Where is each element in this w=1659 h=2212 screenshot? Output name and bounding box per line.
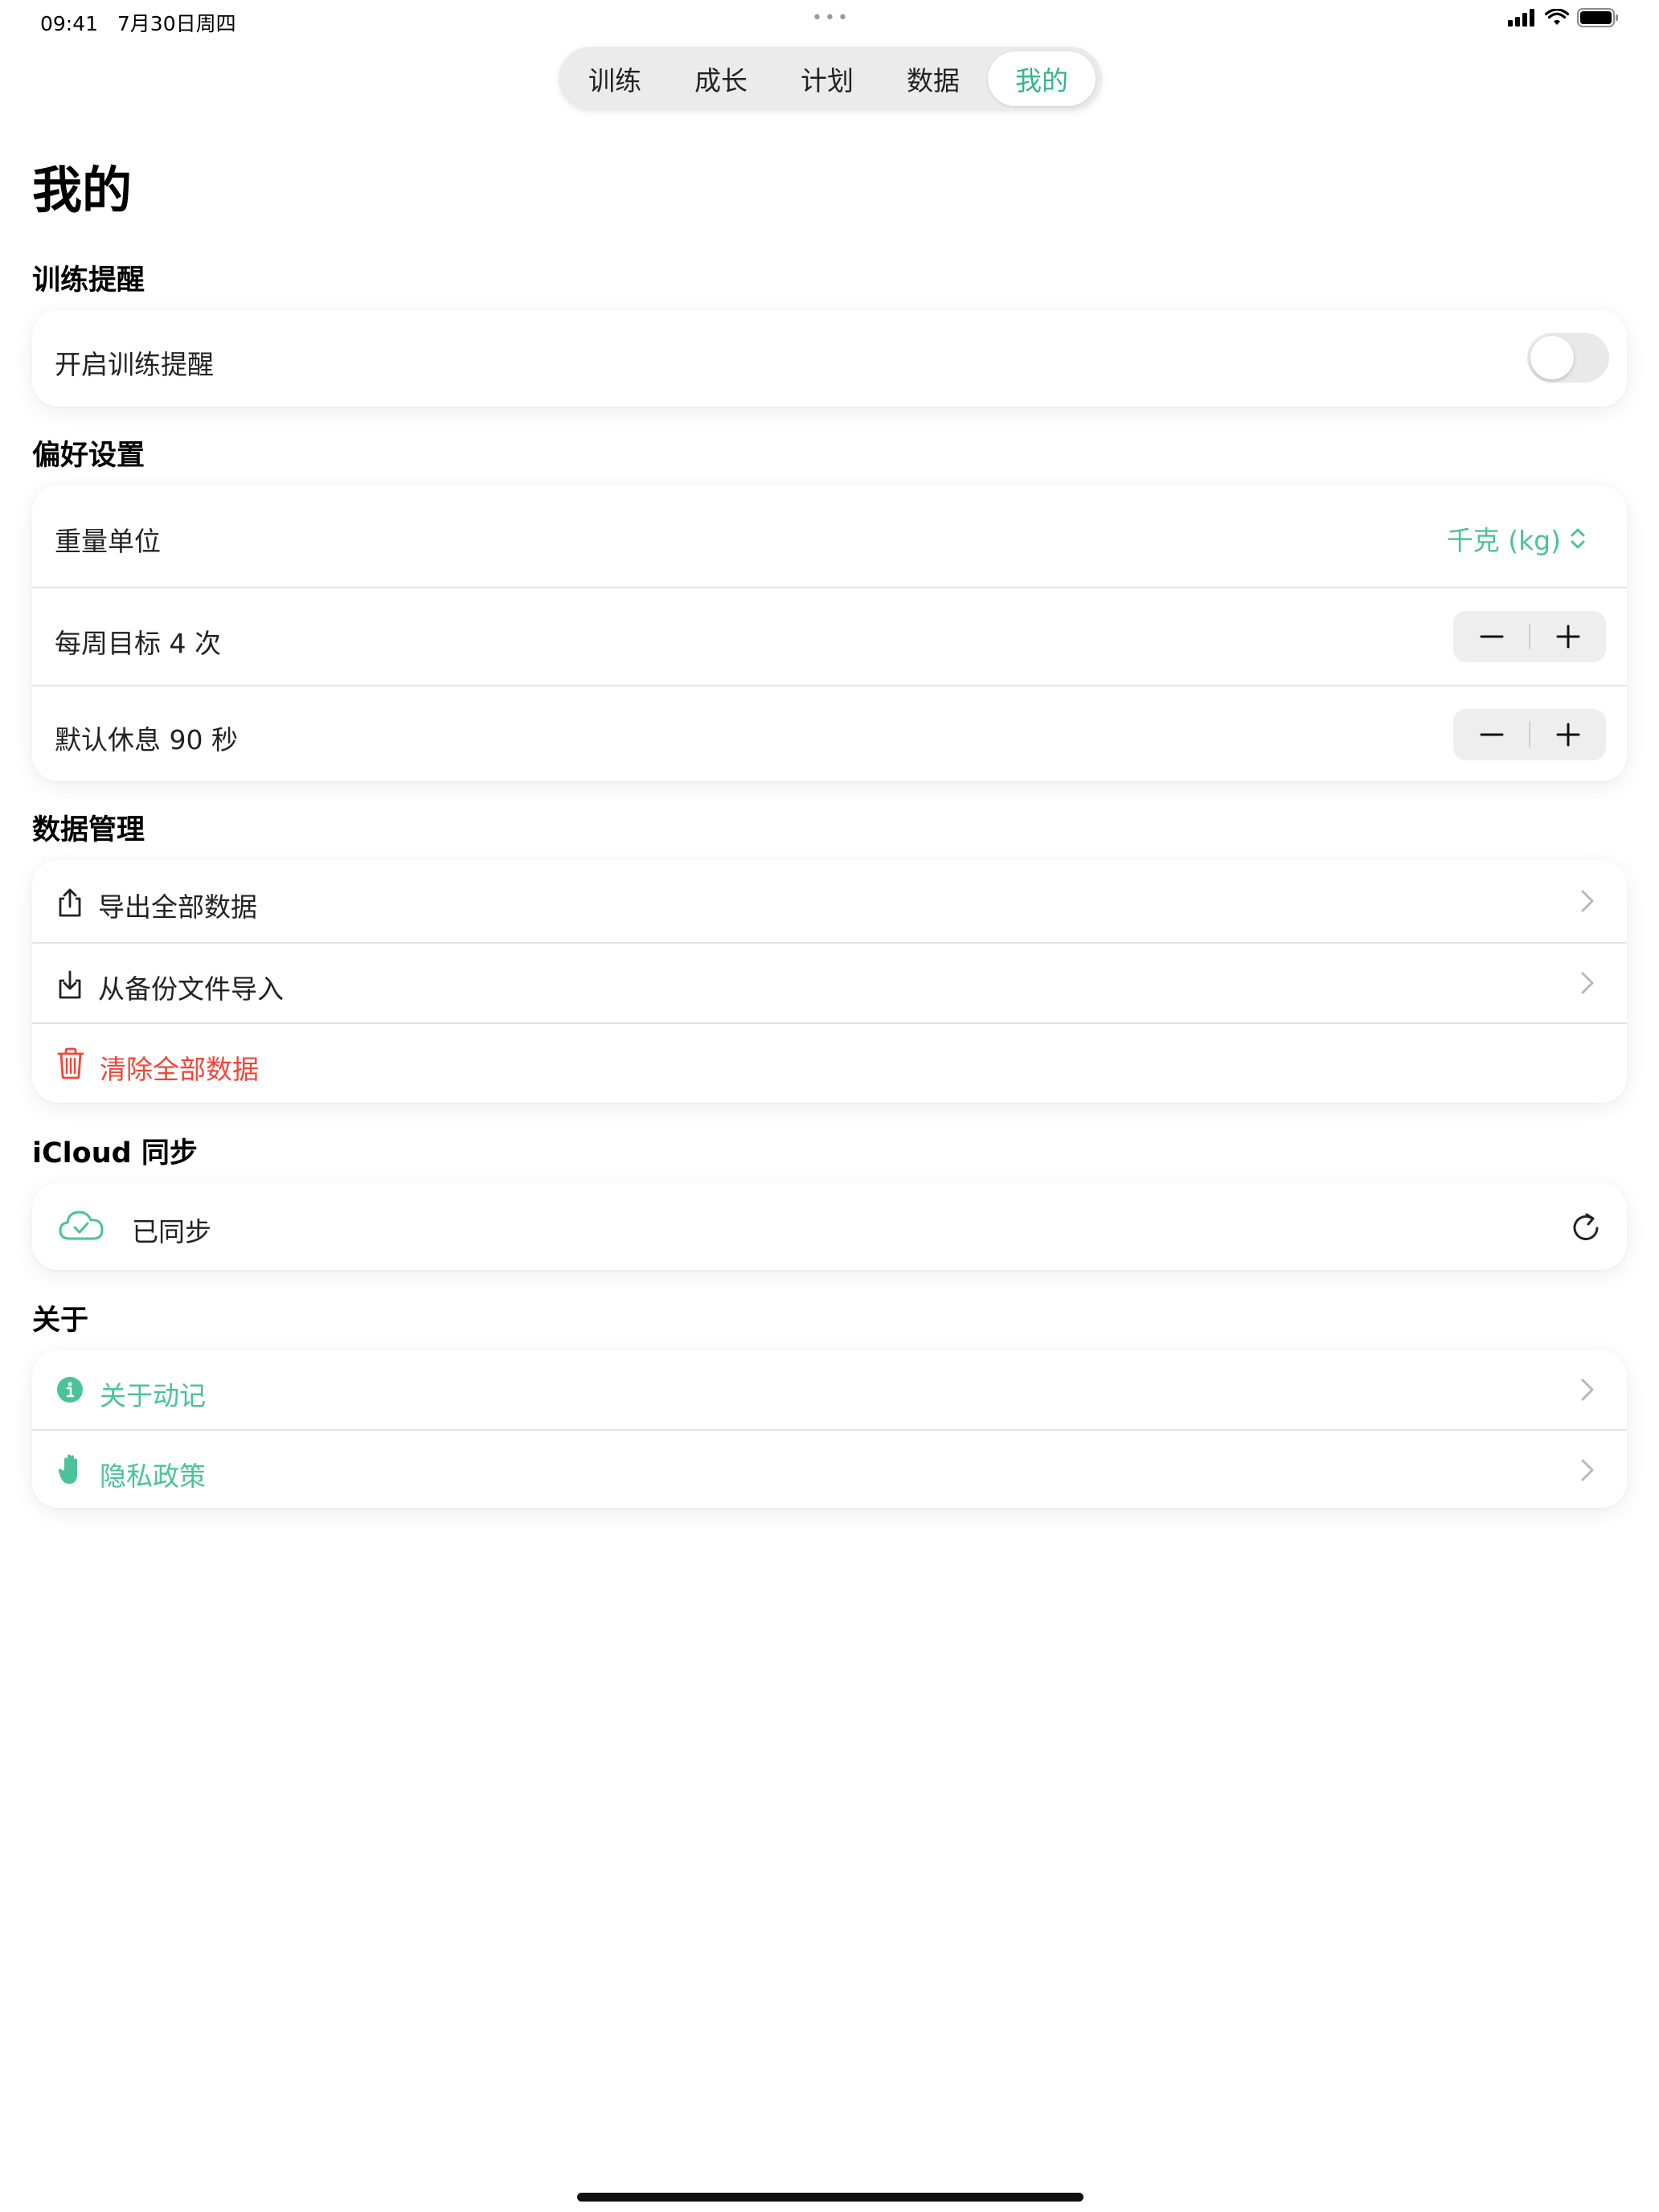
weight-unit-value: 千克 (kg) bbox=[1446, 525, 1561, 556]
import-label: 从备份文件导入 bbox=[98, 973, 284, 1005]
chevron-right-icon bbox=[1581, 972, 1594, 994]
home-indicator[interactable] bbox=[577, 2193, 1083, 2202]
section-title-about: 关于 bbox=[32, 1305, 89, 1337]
reminder-toggle[interactable] bbox=[1527, 333, 1609, 383]
status-time: 09:41 7月30日周四 bbox=[40, 12, 236, 35]
tab-mine[interactable]: 我的 bbox=[988, 51, 1096, 106]
multitasking-dots[interactable]: ••• bbox=[812, 8, 850, 28]
icloud-status-label: 已同步 bbox=[132, 1216, 211, 1247]
icloud-row: 已同步 bbox=[32, 1183, 1627, 1270]
icloud-card: 已同步 bbox=[32, 1183, 1627, 1270]
weekly-goal-row: 每周目标 4 次 bbox=[32, 587, 1627, 685]
section-title-icloud: iCloud 同步 bbox=[32, 1137, 198, 1169]
export-label: 导出全部数据 bbox=[98, 891, 257, 923]
privacy-policy-label: 隐私政策 bbox=[100, 1460, 206, 1492]
tab-training[interactable]: 训练 bbox=[563, 51, 666, 106]
battery-icon bbox=[1577, 8, 1618, 27]
tab-data[interactable]: 数据 bbox=[882, 51, 985, 106]
status-date: 7月30日周四 bbox=[117, 12, 236, 35]
weekly-goal-increment-button[interactable] bbox=[1530, 611, 1606, 662]
clear-data-label: 清除全部数据 bbox=[100, 1054, 259, 1085]
chevron-up-down-icon bbox=[1571, 528, 1585, 549]
tab-growth[interactable]: 成长 bbox=[670, 51, 772, 106]
weekly-goal-label: 每周目标 4 次 bbox=[55, 628, 221, 659]
wifi-icon bbox=[1545, 9, 1569, 25]
rest-time-decrement-button[interactable] bbox=[1453, 709, 1530, 760]
section-title-reminder: 训练提醒 bbox=[32, 264, 145, 297]
trash-icon bbox=[57, 1047, 84, 1079]
rest-time-increment-button[interactable] bbox=[1530, 709, 1606, 760]
section-title-data-management: 数据管理 bbox=[32, 814, 145, 846]
about-app-row[interactable]: 关于动记 bbox=[32, 1350, 1627, 1429]
square-arrow-up-icon bbox=[59, 888, 81, 917]
page-title: 我的 bbox=[32, 161, 133, 219]
reminder-row: 开启训练提醒 bbox=[32, 310, 1627, 407]
section-title-preferences: 偏好设置 bbox=[32, 440, 145, 472]
status-indicators bbox=[1508, 8, 1619, 27]
rest-time-label: 默认休息 90 秒 bbox=[55, 724, 238, 756]
minus-icon bbox=[1480, 635, 1503, 638]
toggle-knob bbox=[1530, 336, 1574, 379]
rest-time-stepper bbox=[1453, 709, 1606, 760]
import-row[interactable]: 从备份文件导入 bbox=[32, 942, 1627, 1022]
chevron-right-icon bbox=[1581, 890, 1594, 912]
chevron-right-icon bbox=[1581, 1378, 1594, 1401]
cellular-signal-icon bbox=[1508, 9, 1534, 27]
square-arrow-down-icon bbox=[59, 970, 81, 999]
rest-time-row: 默认休息 90 秒 bbox=[32, 685, 1627, 781]
clear-data-row[interactable]: 清除全部数据 bbox=[32, 1022, 1627, 1103]
minus-icon bbox=[1480, 733, 1503, 736]
refresh-icon[interactable] bbox=[1572, 1212, 1601, 1243]
privacy-policy-row[interactable]: 隐私政策 bbox=[32, 1429, 1627, 1508]
hand-raised-icon bbox=[58, 1454, 77, 1484]
status-bar: 09:41 7月30日周四 ••• bbox=[0, 0, 1659, 40]
about-card: 关于动记 隐私政策 bbox=[32, 1350, 1627, 1508]
weight-unit-row: 重量单位 千克 (kg) bbox=[32, 485, 1627, 587]
data-management-card: 导出全部数据 从备份文件导入 清除全部数据 bbox=[32, 860, 1627, 1103]
chevron-right-icon bbox=[1581, 1459, 1594, 1481]
plus-icon bbox=[1556, 723, 1579, 747]
weight-unit-label: 重量单位 bbox=[55, 526, 161, 557]
preferences-card: 重量单位 千克 (kg) 每周目标 4 次 默认休息 90 秒 bbox=[32, 485, 1627, 781]
weekly-goal-decrement-button[interactable] bbox=[1453, 611, 1530, 662]
reminder-card: 开启训练提醒 bbox=[32, 310, 1627, 407]
tab-plan[interactable]: 计划 bbox=[776, 51, 879, 106]
reminder-toggle-label: 开启训练提醒 bbox=[55, 349, 214, 380]
weight-unit-picker[interactable]: 千克 (kg) bbox=[1447, 519, 1587, 558]
about-app-label: 关于动记 bbox=[100, 1380, 206, 1411]
weekly-goal-stepper bbox=[1453, 611, 1606, 662]
export-row[interactable]: 导出全部数据 bbox=[32, 860, 1627, 942]
tab-bar: 训练 成长 计划 数据 我的 bbox=[559, 47, 1102, 111]
info-circle-icon bbox=[57, 1377, 83, 1403]
plus-icon bbox=[1556, 625, 1579, 649]
icloud-check-icon bbox=[59, 1210, 104, 1240]
